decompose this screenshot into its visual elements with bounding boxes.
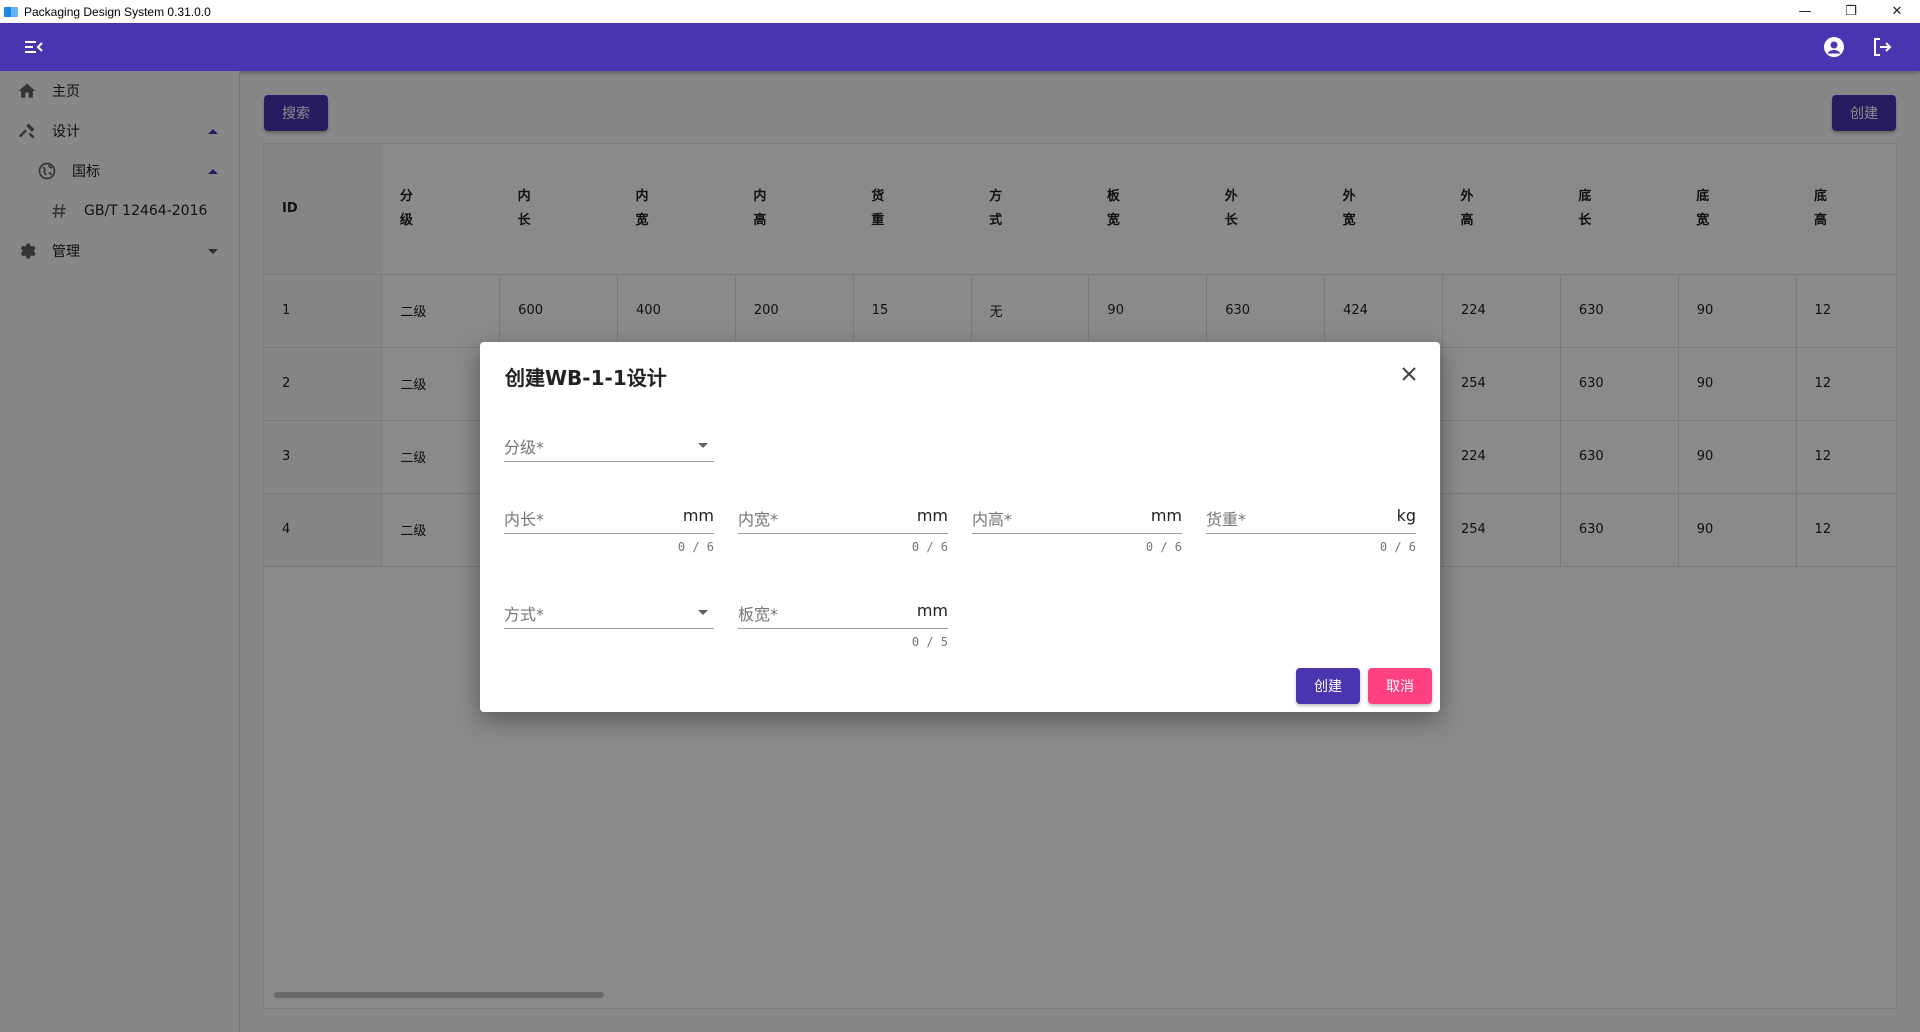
cargo-weight-field[interactable]: 货重* kg bbox=[1206, 504, 1416, 534]
cargo-weight-counter: 0 / 6 bbox=[1379, 540, 1416, 554]
dialog-title: 创建WB-1-1设计 bbox=[505, 366, 667, 390]
logout-icon[interactable] bbox=[1870, 35, 1894, 59]
inner-width-counter: 0 / 6 bbox=[911, 540, 948, 554]
inner-length-field[interactable]: 内长* mm bbox=[504, 504, 714, 534]
board-width-counter: 0 / 5 bbox=[911, 635, 948, 649]
app-logo-icon bbox=[4, 6, 18, 17]
cargo-weight-unit: kg bbox=[1396, 506, 1416, 525]
board-width-label: 板宽* bbox=[738, 605, 779, 624]
method-label: 方式* bbox=[504, 605, 545, 624]
menu-collapse-icon[interactable] bbox=[22, 35, 46, 59]
create-design-dialog: 创建WB-1-1设计 分级* 内长* mm 0 / 6 内宽* mm 0 / 6… bbox=[480, 342, 1440, 712]
inner-height-unit: mm bbox=[1150, 506, 1182, 525]
inner-length-unit: mm bbox=[682, 506, 714, 525]
minimize-button[interactable]: — bbox=[1782, 0, 1828, 23]
inner-width-field[interactable]: 内宽* mm bbox=[738, 504, 948, 534]
close-window-button[interactable]: ✕ bbox=[1874, 0, 1920, 23]
dialog-create-button[interactable]: 创建 bbox=[1296, 668, 1360, 704]
board-width-field[interactable]: 板宽* mm bbox=[738, 599, 948, 629]
inner-height-field[interactable]: 内高* mm bbox=[972, 504, 1182, 534]
dialog-cancel-button[interactable]: 取消 bbox=[1368, 668, 1432, 704]
cargo-weight-label: 货重* bbox=[1206, 510, 1247, 529]
close-icon[interactable] bbox=[1397, 362, 1421, 386]
restore-button[interactable]: ❐ bbox=[1828, 0, 1874, 23]
dropdown-arrow-icon bbox=[698, 443, 708, 448]
account-circle-icon[interactable] bbox=[1822, 35, 1846, 59]
grade-label: 分级* bbox=[504, 438, 545, 457]
inner-width-label: 内宽* bbox=[738, 510, 779, 529]
window-title: Packaging Design System 0.31.0.0 bbox=[24, 4, 211, 19]
inner-width-unit: mm bbox=[916, 506, 948, 525]
app-bar bbox=[0, 23, 1920, 71]
inner-length-label: 内长* bbox=[504, 510, 545, 529]
grade-select[interactable]: 分级* bbox=[504, 432, 714, 462]
board-width-unit: mm bbox=[916, 601, 948, 620]
inner-length-counter: 0 / 6 bbox=[677, 540, 714, 554]
dropdown-arrow-icon bbox=[698, 610, 708, 615]
inner-height-label: 内高* bbox=[972, 510, 1013, 529]
inner-height-counter: 0 / 6 bbox=[1145, 540, 1182, 554]
method-select[interactable]: 方式* bbox=[504, 599, 714, 629]
window-titlebar: Packaging Design System 0.31.0.0 — ❐ ✕ bbox=[0, 0, 1920, 23]
